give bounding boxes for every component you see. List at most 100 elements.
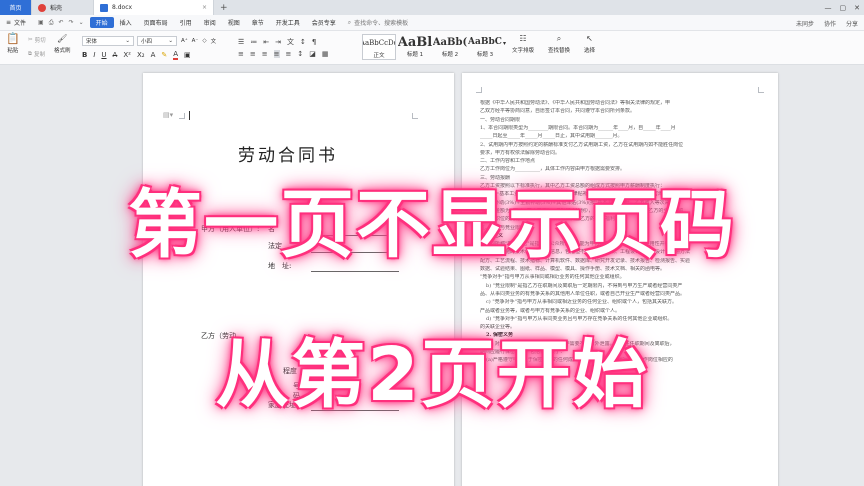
align-right-icon[interactable]: ≡: [262, 50, 268, 58]
tab-home[interactable]: 首页: [0, 0, 32, 15]
chinese-layout-icon[interactable]: 文: [287, 37, 294, 47]
format-painter-button[interactable]: 🖌 格式刷: [54, 34, 71, 54]
tab-docer-label: 稻壳: [50, 5, 63, 12]
title-bar: 首页 稻壳 8.docx × + — ▢ ✕: [0, 0, 864, 15]
sort-icon[interactable]: ↕: [300, 38, 306, 46]
new-tab-button[interactable]: +: [214, 0, 234, 15]
maximize-icon[interactable]: ▢: [840, 4, 847, 12]
redo-icon[interactable]: ↷: [69, 19, 74, 26]
caption-line-2: 从第2页开始: [215, 332, 649, 418]
superscript-icon[interactable]: X²: [123, 51, 131, 59]
close-tab-icon[interactable]: ×: [202, 4, 207, 11]
text-layout-icon: ☷: [519, 34, 527, 43]
line-spacing-icon[interactable]: ↕: [297, 50, 303, 58]
hamburger-icon: ≡: [6, 19, 12, 26]
doc-outline-icon[interactable]: ▤▾: [163, 111, 173, 119]
chevron-down-icon[interactable]: ⌄: [79, 19, 84, 26]
clear-format-icon[interactable]: ◇: [202, 38, 206, 44]
text-cursor: [189, 111, 190, 120]
cut-button[interactable]: ✂ 剪切: [28, 36, 46, 44]
grow-font-icon[interactable]: A⁺: [181, 38, 188, 44]
page-1[interactable]: ▤▾ 劳动合同书 甲方（用人单位）: 名 法定 地 址: 乙方（劳动 别 程度 …: [143, 73, 454, 486]
caption-line-1: 第一页不显示页码: [128, 182, 736, 268]
menu-item-member[interactable]: 会员专享: [306, 15, 342, 31]
char-border-icon[interactable]: ▣: [184, 51, 191, 59]
cut-label: 剪切: [34, 38, 46, 44]
show-marks-icon[interactable]: ¶: [312, 38, 316, 46]
text-layout-button[interactable]: ☷ 文字排版: [512, 34, 534, 54]
copy-label: 复制: [33, 52, 45, 58]
font-name-value: 宋体: [86, 39, 98, 45]
sync-status[interactable]: 未同步: [796, 19, 814, 28]
italic-icon[interactable]: I: [93, 51, 95, 59]
body-text-line: b) "竞业限制"是指乙方在职期间及离职后一定期限内，不得到与甲方生产或者经营同…: [486, 282, 683, 289]
menu-item-references[interactable]: 引用: [174, 15, 198, 31]
menu-item-review[interactable]: 审阅: [198, 15, 222, 31]
shrink-font-icon[interactable]: A⁻: [192, 38, 199, 44]
numbered-list-icon[interactable]: ≔: [250, 38, 257, 46]
paintbrush-icon: 🖌: [57, 34, 68, 43]
align-center-icon[interactable]: ≡: [250, 50, 256, 58]
document-workspace[interactable]: ▤▾ 劳动合同书 甲方（用人单位）: 名 法定 地 址: 乙方（劳动 别 程度 …: [0, 65, 864, 486]
clipboard-icon: 📋: [6, 32, 20, 45]
share-button[interactable]: 分享: [846, 19, 858, 28]
body-text-line: 一、劳动合同期限: [480, 116, 521, 123]
paste-button[interactable]: 📋 粘贴: [6, 32, 20, 54]
menu-item-view[interactable]: 视图: [222, 15, 246, 31]
tab-docer[interactable]: 稻壳: [32, 0, 94, 15]
collaborate-button[interactable]: 协作: [824, 19, 836, 28]
increase-indent-icon[interactable]: ⇥: [275, 38, 281, 46]
menu-item-insert[interactable]: 插入: [114, 15, 138, 31]
font-size-buttons: A⁺ A⁻ ◇ 文: [181, 37, 216, 45]
align-left-icon[interactable]: ≡: [238, 50, 244, 58]
shading-icon[interactable]: ◪: [309, 50, 316, 58]
find-replace-button[interactable]: ⌕ 查找替换: [548, 34, 570, 54]
menu-file[interactable]: ≡ 文件: [0, 15, 32, 31]
font-color-icon[interactable]: A: [173, 50, 179, 60]
margin-corner: [412, 113, 418, 119]
select-button[interactable]: ↖ 选择: [584, 34, 595, 54]
borders-icon[interactable]: ▦: [322, 50, 329, 58]
distribute-icon[interactable]: ≡: [286, 50, 292, 58]
save-icon[interactable]: ▣: [38, 19, 44, 26]
menu-right: 未同步 协作 分享: [796, 15, 858, 31]
quick-access: ▣ ⎙ ↶ ↷ ⌄: [32, 15, 90, 31]
minimize-icon[interactable]: —: [825, 4, 832, 12]
copy-button[interactable]: ⧉ 复制: [28, 50, 45, 59]
margin-corner: [758, 87, 764, 93]
strikethrough-icon[interactable]: A: [113, 51, 118, 59]
print-icon[interactable]: ⎙: [49, 19, 54, 27]
style-normal-label: 正文: [373, 53, 385, 59]
subscript-icon[interactable]: X₂: [137, 51, 145, 59]
paragraph-buttons-bottom: ≡ ≡ ≡ ≡ ≡ ↕ ◪ ▦: [238, 50, 329, 58]
style-heading-3[interactable]: AaBbC 标题 3: [468, 34, 502, 60]
page-2[interactable]: 根据《中华人民共和国劳动法》、《中华人民共和国劳动合同法》等相关法律的规定，甲乙…: [462, 73, 778, 486]
underline-icon[interactable]: U: [101, 51, 106, 59]
style-heading-2[interactable]: AaBb( 标题 2: [433, 34, 467, 60]
decrease-indent-icon[interactable]: ⇤: [263, 38, 269, 46]
style-normal[interactable]: AaBbCcDd 正文: [362, 34, 396, 60]
font-name-select[interactable]: 宋体 ⌄: [82, 36, 134, 46]
justify-icon[interactable]: ≡: [273, 50, 280, 58]
command-search[interactable]: ⌕ 查找命令、搜索模板: [347, 18, 408, 28]
highlight-icon[interactable]: ✎: [161, 51, 167, 59]
menu-item-page-layout[interactable]: 页面布局: [138, 15, 174, 31]
bullet-list-icon[interactable]: ☰: [238, 38, 244, 46]
styles-expand-button[interactable]: ▾: [503, 40, 506, 47]
pinyin-icon[interactable]: 文: [211, 37, 217, 45]
style-normal-sample: AaBbCcDd: [363, 39, 395, 47]
search-icon: ⌕: [347, 18, 352, 26]
ribbon-toolbar: 📋 粘贴 ✂ 剪切 ⧉ 复制 🖌 格式刷 宋体 ⌄ 小四 ⌄ A⁺ A⁻ ◇ 文…: [0, 31, 864, 65]
close-window-icon[interactable]: ✕: [854, 4, 860, 12]
menu-item-chapter[interactable]: 章节: [246, 15, 270, 31]
font-size-select[interactable]: 小四 ⌄: [137, 36, 177, 46]
format-painter-label: 格式刷: [54, 48, 71, 54]
menu-item-home[interactable]: 开始: [89, 17, 114, 28]
undo-icon[interactable]: ↶: [59, 19, 64, 26]
font-size-value: 小四: [141, 39, 153, 45]
style-heading-1[interactable]: AaBl 标题 1: [398, 34, 432, 60]
menu-item-developer[interactable]: 开发工具: [270, 15, 306, 31]
text-effect-icon[interactable]: A: [151, 51, 156, 59]
bold-icon[interactable]: B: [82, 51, 87, 59]
tab-document[interactable]: 8.docx ×: [94, 0, 214, 15]
